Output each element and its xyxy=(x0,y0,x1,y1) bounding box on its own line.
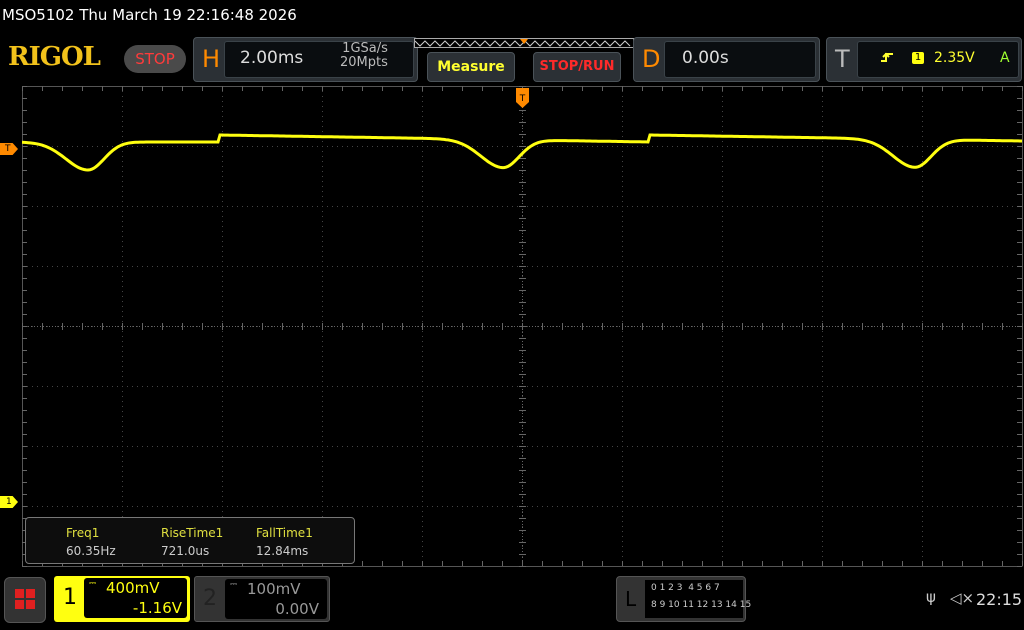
rigol-logo: RIGOL xyxy=(8,42,101,72)
logic-channels-row2: 8 9 10 11 12 13 14 15 xyxy=(651,600,752,610)
mute-icon[interactable]: ◁× xyxy=(950,589,974,607)
dc-coupling-icon: ⎓ xyxy=(89,579,97,589)
measurement-risetime: RiseTime1 721.0us xyxy=(161,524,223,560)
logic-channels-row1: 0 1 2 3 4 5 6 7 xyxy=(651,583,720,593)
menu-grid-icon xyxy=(15,589,35,609)
channel2-scale: 100mV xyxy=(247,580,301,598)
channel1-panel[interactable]: 1 ⎓ 400mV -1.16V xyxy=(54,576,190,622)
channel1-number: 1 xyxy=(63,585,77,610)
memory-depth: 20Mpts xyxy=(340,55,388,70)
measurement-freq: Freq1 60.35Hz xyxy=(66,524,116,560)
trigger-level-marker[interactable]: T xyxy=(0,143,18,155)
graticule xyxy=(22,86,1023,567)
run-state-badge[interactable]: STOP xyxy=(124,45,186,73)
channel1-offset-marker[interactable]: 1 xyxy=(0,496,18,508)
delay-value: 0.00s xyxy=(682,48,729,68)
stop-run-button[interactable]: STOP/RUN xyxy=(533,52,621,82)
dc-coupling-icon: ⎓ xyxy=(230,580,238,590)
measurement-value: 12.84ms xyxy=(256,544,309,558)
clock: 22:15 xyxy=(976,590,1023,609)
trigger-label: T xyxy=(835,45,850,73)
rising-edge-icon xyxy=(881,52,893,62)
waveform-display[interactable] xyxy=(22,86,1024,568)
delay-label: D xyxy=(642,45,661,73)
measure-button[interactable]: Measure xyxy=(427,52,515,82)
channel2-offset: 0.00V xyxy=(275,600,319,618)
horizontal-label: H xyxy=(202,45,221,73)
measurement-falltime: FallTime1 12.84ms xyxy=(256,524,313,560)
measurement-label: Freq1 xyxy=(66,526,100,540)
trigger-level: 2.35V xyxy=(934,50,975,66)
trigger-panel[interactable]: T xyxy=(826,37,1022,82)
usb-icon: ψ xyxy=(926,588,936,606)
measurement-value: 60.35Hz xyxy=(66,544,116,558)
timebase-value: 2.00ms xyxy=(240,48,304,68)
logic-panel[interactable]: L 0 1 2 3 4 5 6 7 8 9 10 11 12 13 14 15 xyxy=(616,576,752,622)
measurement-label: FallTime1 xyxy=(256,526,313,540)
measurement-panel: Freq1 60.35Hz RiseTime1 721.0us FallTime1 1… xyxy=(25,517,355,564)
main-menu-button[interactable] xyxy=(4,577,46,623)
measurement-label: RiseTime1 xyxy=(161,526,224,540)
window-title: MSO5102 Thu March 19 22:16:48 2026 xyxy=(2,6,297,24)
channel1-offset: -1.16V xyxy=(132,599,182,617)
trigger-source: 1 xyxy=(912,52,924,64)
trigger-mode: A xyxy=(1000,50,1010,66)
channel1-scale: 400mV xyxy=(106,579,160,597)
sample-info: 1GSa/s 20Mpts xyxy=(340,42,388,70)
channel2-number: 2 xyxy=(203,586,217,611)
logic-label: L xyxy=(625,587,637,611)
measurement-value: 721.0us xyxy=(161,544,210,558)
channel2-panel[interactable]: 2 ⎓ 100mV 0.00V xyxy=(194,576,330,622)
sample-rate: 1GSa/s xyxy=(342,41,388,56)
memory-overview-bar xyxy=(414,38,634,48)
